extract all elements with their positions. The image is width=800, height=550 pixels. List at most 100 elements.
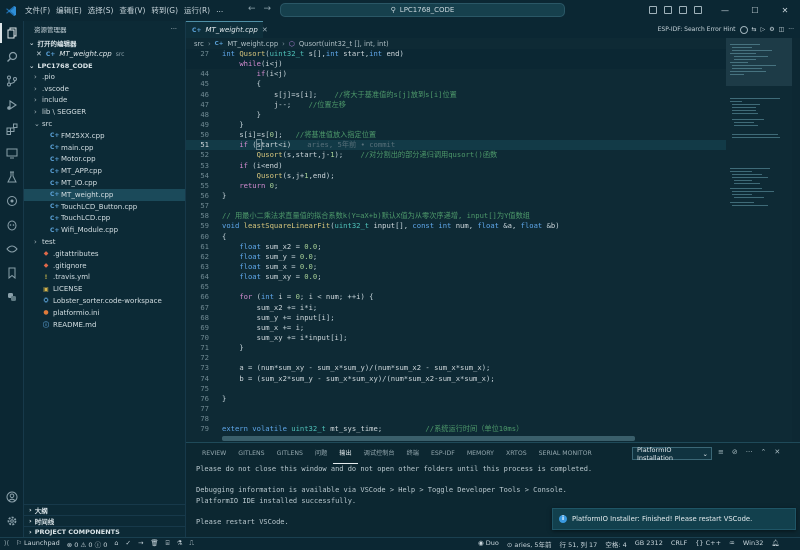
menu-more[interactable]: ... bbox=[213, 5, 226, 16]
cursor-position[interactable]: 行 51, 列 17 bbox=[560, 539, 598, 549]
code-line[interactable]: 55 return 0; bbox=[186, 181, 726, 191]
pio-clean-icon[interactable]: 🗑 bbox=[150, 539, 158, 549]
breadcrumb-file[interactable]: MT_weight.cpp bbox=[227, 40, 278, 48]
code-line[interactable]: 78 bbox=[186, 414, 726, 424]
close-window-button[interactable]: ✕ bbox=[770, 6, 800, 15]
tab-terminal[interactable]: 终端 bbox=[401, 443, 425, 464]
code-line[interactable]: 59 void leastSquareLinearFit(uint32_t inp… bbox=[186, 221, 726, 231]
code-line[interactable]: 48 } bbox=[186, 110, 726, 120]
code-line[interactable]: 68 sum_y += input[i]; bbox=[186, 313, 726, 323]
tree-item[interactable]: ● platformio.ini bbox=[24, 307, 185, 319]
code-line[interactable]: 76} bbox=[186, 394, 726, 404]
code-line[interactable]: 70 sum_xy += i*input[i]; bbox=[186, 333, 726, 343]
line-ending[interactable]: CRLF bbox=[671, 539, 687, 549]
vertical-scrollbar[interactable] bbox=[792, 38, 800, 442]
tab-problems[interactable]: 问题 bbox=[309, 443, 333, 464]
debug-icon[interactable]: ⚙ bbox=[769, 26, 774, 33]
code-line[interactable]: 45 { bbox=[186, 79, 726, 89]
code-line[interactable]: 65 bbox=[186, 282, 726, 292]
testing-icon[interactable] bbox=[0, 167, 24, 187]
language-mode[interactable]: {} C++ bbox=[695, 539, 721, 549]
code-line[interactable]: 69 sum_x += i; bbox=[186, 323, 726, 333]
code-line[interactable]: 58// 用最小二乘法求直量值的拟合系数k(Y=aX+b)默认X值为从零次序递增… bbox=[186, 211, 726, 221]
tab-review[interactable]: REVIEW bbox=[196, 443, 232, 464]
sticky-scroll-line[interactable]: 27 int Qusort(uint32_t s[],int start,int … bbox=[186, 49, 726, 60]
more-actions-icon[interactable]: ··· bbox=[171, 25, 177, 33]
code-editor[interactable]: 27 int Qusort(uint32_t s[],int start,int … bbox=[186, 49, 726, 442]
maximize-panel-icon[interactable]: ⌃ bbox=[760, 448, 766, 456]
breadcrumb-folder[interactable]: src bbox=[194, 40, 204, 48]
close-icon[interactable]: ✕ bbox=[36, 50, 42, 58]
tab-gitlens[interactable]: GITLENS bbox=[232, 443, 270, 464]
more-actions-icon[interactable]: ··· bbox=[788, 26, 794, 33]
esp-idf-hint-button[interactable]: ESP-IDF: Search Error Hint bbox=[658, 26, 736, 33]
menu-view[interactable]: 查看(V) bbox=[116, 5, 148, 16]
tab-serial-monitor[interactable]: SERIAL MONITOR bbox=[533, 443, 598, 464]
customize-layout-icon[interactable] bbox=[694, 6, 702, 14]
code-line[interactable]: 74 b = (sum_x2*sum_y - sum_x*sum_xy)/(nu… bbox=[186, 374, 726, 384]
code-line[interactable]: 61 float sum_x2 = 0.0; bbox=[186, 242, 726, 252]
code-line[interactable]: 63 float sum_x = 0.0; bbox=[186, 262, 726, 272]
launchpad-status[interactable]: ⚐ Launchpad bbox=[16, 539, 60, 549]
tree-item[interactable]: C+ main.cpp bbox=[24, 142, 185, 154]
code-line[interactable]: 49 } bbox=[186, 120, 726, 130]
pio-build-icon[interactable]: ✓ bbox=[126, 539, 131, 549]
tree-item[interactable]: ◆ .gitattributes bbox=[24, 248, 185, 260]
breadcrumb-symbol[interactable]: Qusort(uint32_t [], int, int) bbox=[299, 40, 389, 48]
code-line[interactable]: 62 float sum_y = 0.0; bbox=[186, 252, 726, 262]
sticky-scroll-line[interactable]: while(i<j) bbox=[186, 59, 726, 70]
pio-home-icon[interactable]: ⌂ bbox=[114, 539, 118, 549]
pio-monitor-icon[interactable]: ⎍ bbox=[189, 539, 194, 549]
menu-run[interactable]: 运行(R) bbox=[181, 5, 213, 16]
rtos-icon[interactable] bbox=[0, 239, 24, 259]
code-line[interactable]: 53 if (i<end) bbox=[186, 161, 726, 171]
tree-item[interactable]: C+ Wifi_Module.cpp bbox=[24, 224, 185, 236]
pio-upload-icon[interactable]: → bbox=[138, 539, 143, 549]
tab-gitlens-2[interactable]: GITLENS bbox=[271, 443, 309, 464]
timeline-section[interactable]: › 时间线 bbox=[24, 515, 186, 526]
platform-config[interactable]: Win32 bbox=[743, 539, 763, 549]
tree-item[interactable]: ⌄ src bbox=[24, 118, 185, 130]
account-icon[interactable] bbox=[0, 487, 24, 507]
tree-item[interactable]: ! .travis.yml bbox=[24, 272, 185, 284]
git-blame-status[interactable]: ⊙ aries, 5年前 bbox=[507, 539, 552, 549]
problems-status[interactable]: ⊗ 0 ⚠ 0 ⓘ 0 bbox=[67, 539, 108, 549]
split-editor-icon[interactable]: ◫ bbox=[779, 26, 785, 33]
bookmark-icon[interactable] bbox=[0, 263, 24, 283]
output-channel-select[interactable]: PlatformIO Installation ⌄ bbox=[632, 446, 712, 462]
esp-idf-icon[interactable] bbox=[0, 191, 24, 211]
tree-item[interactable]: ⛭ Lobster_sorter.code-workspace bbox=[24, 295, 185, 307]
minimize-button[interactable]: — bbox=[710, 6, 740, 15]
tree-item[interactable]: C+ Motor.cpp bbox=[24, 154, 185, 166]
pio-test-icon[interactable]: ⚗ bbox=[177, 539, 183, 549]
open-changes-icon[interactable]: ⇆ bbox=[752, 26, 757, 33]
tab-mt-weight[interactable]: C+ MT_weight.cpp ✕ bbox=[186, 21, 268, 38]
code-line[interactable]: 46 s[j]=s[i]; //将大于基准值的s[j]放到s[i]位置 bbox=[186, 90, 726, 100]
code-line[interactable]: 60{ bbox=[186, 232, 726, 242]
tree-item[interactable]: › .vscode bbox=[24, 83, 185, 95]
remote-indicator-icon[interactable]: ⟩⟨ bbox=[4, 539, 9, 549]
tab-xrtos[interactable]: XRTOS bbox=[500, 443, 533, 464]
current-code-line[interactable]: 51 if (start<i) aries, 5年前 • commit bbox=[186, 139, 726, 151]
close-tab-icon[interactable]: ✕ bbox=[262, 26, 268, 34]
close-panel-icon[interactable]: ✕ bbox=[774, 448, 780, 456]
search-view-icon[interactable] bbox=[0, 47, 24, 67]
command-center-search[interactable]: ⚲ LPC1768_CODE bbox=[280, 3, 565, 17]
tree-item[interactable]: C+ MT_weight.cpp bbox=[24, 188, 185, 201]
tree-item[interactable]: C+ FM25XX.cpp bbox=[24, 130, 185, 142]
tab-memory[interactable]: MEMORY bbox=[461, 443, 500, 464]
more-actions-icon[interactable]: ··· bbox=[746, 448, 753, 456]
tab-output[interactable]: 输出 bbox=[333, 443, 358, 464]
python-icon[interactable] bbox=[0, 287, 24, 307]
open-editor-item[interactable]: ✕ C+ MT_weight.cpp src bbox=[24, 48, 185, 60]
notification-toast[interactable]: i PlatformIO Installer: Finished! Please… bbox=[552, 508, 796, 530]
code-line[interactable]: 67 sum_x2 += i*i; bbox=[186, 303, 726, 313]
code-line[interactable]: 56} bbox=[186, 191, 726, 201]
code-line[interactable]: 57 bbox=[186, 201, 726, 211]
duo-status[interactable]: ◉ Duo bbox=[478, 539, 499, 549]
code-line[interactable]: 77 bbox=[186, 404, 726, 414]
alien-platformio-icon[interactable] bbox=[0, 215, 24, 235]
tree-item[interactable]: ◆ .gitignore bbox=[24, 260, 185, 272]
horizontal-scrollbar[interactable] bbox=[222, 436, 635, 441]
code-line[interactable]: 44 if(i<j) bbox=[186, 69, 726, 79]
